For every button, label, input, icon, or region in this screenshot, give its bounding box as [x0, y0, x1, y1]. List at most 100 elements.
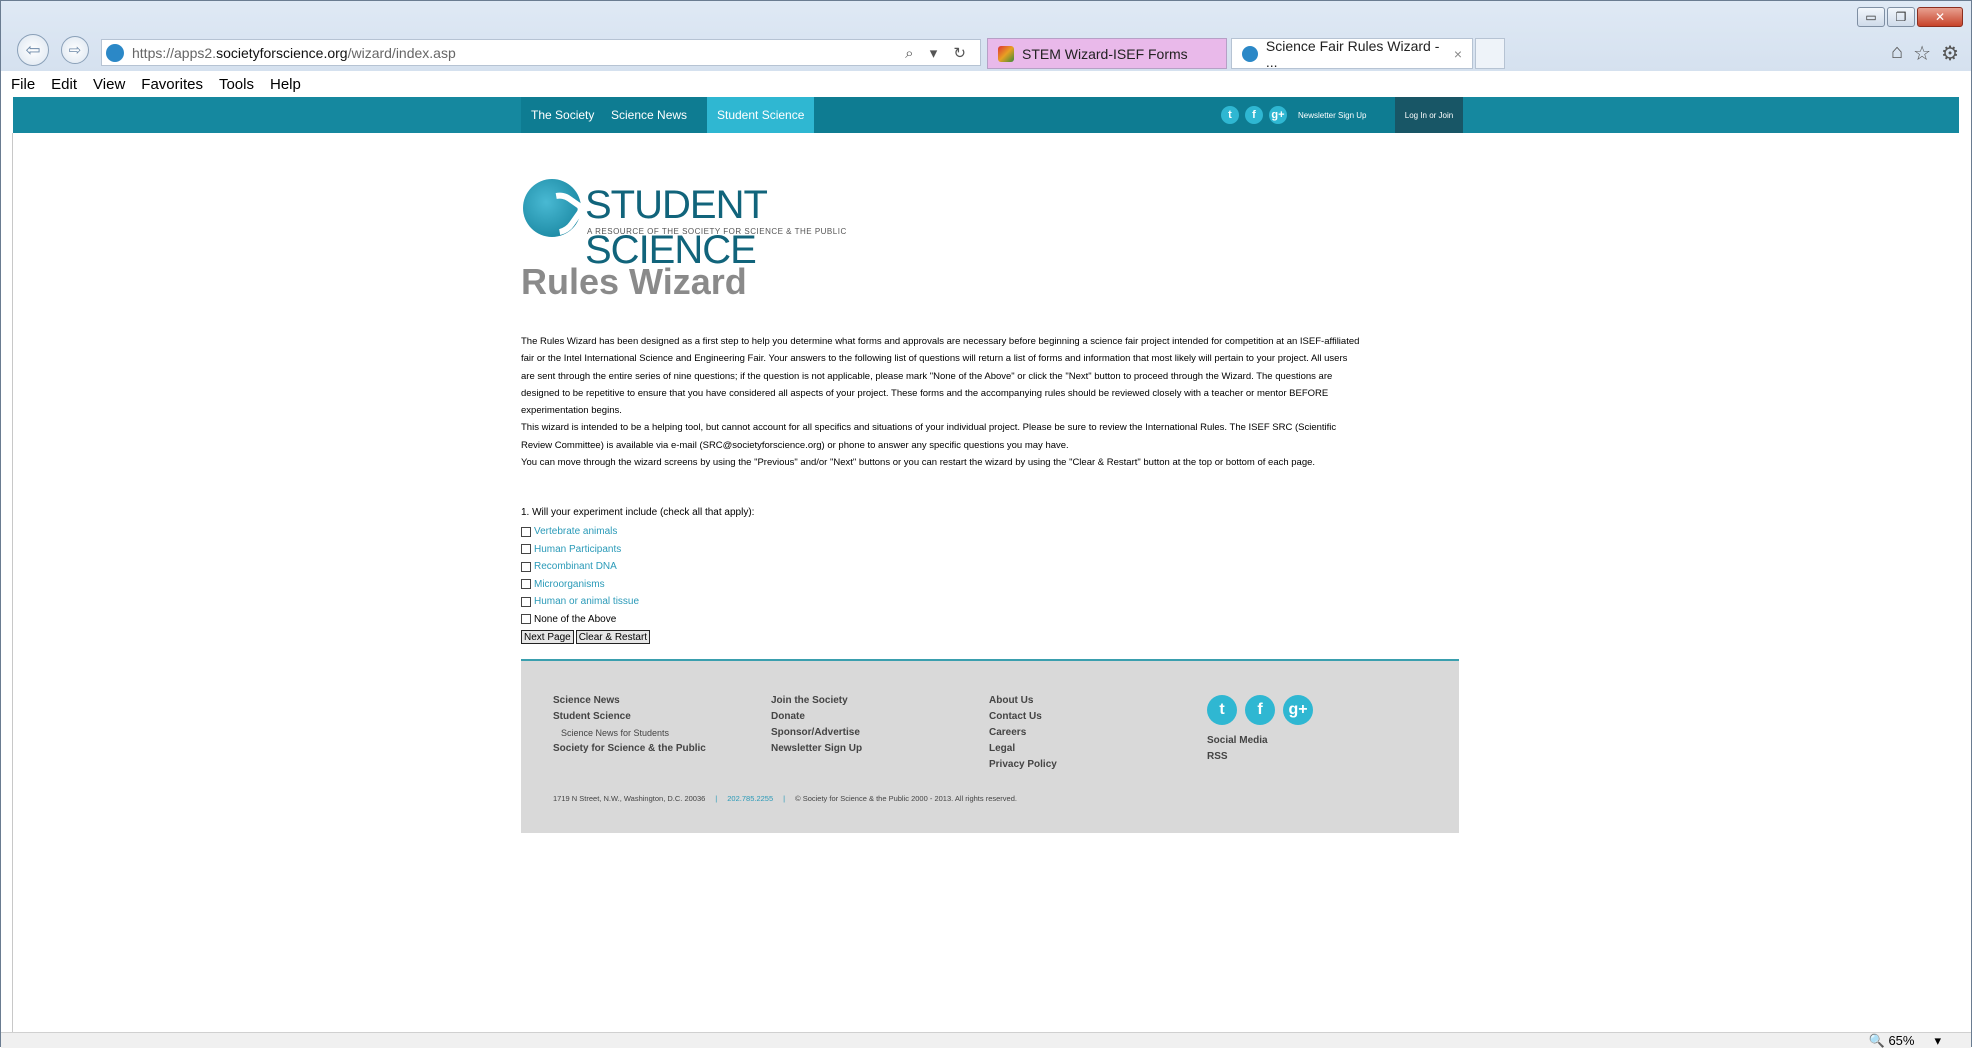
footer-social-icons: t f g+ — [1207, 695, 1313, 725]
nav-the-society[interactable]: The Society — [531, 97, 594, 133]
site-footer: Science News Student Science Science New… — [521, 659, 1459, 833]
google-plus-icon[interactable]: g+ — [1269, 106, 1287, 124]
menu-tools[interactable]: Tools — [219, 76, 254, 93]
window-controls: ▭ ❐ ✕ — [1857, 7, 1963, 27]
nav-student-science[interactable]: Student Science — [707, 97, 815, 133]
checkbox[interactable] — [521, 544, 531, 555]
back-button[interactable]: ⇦ — [17, 34, 49, 66]
option-recombinant-dna[interactable]: Recombinant DNA — [521, 558, 639, 576]
zoom-icon: 🔍 — [1868, 1033, 1885, 1048]
footer-col-4: Social Media RSS — [1207, 733, 1268, 765]
close-window-button[interactable]: ✕ — [1917, 7, 1963, 27]
menu-file[interactable]: File — [11, 76, 35, 93]
address-bar[interactable]: https://apps2.societyforscience.org/wiza… — [101, 39, 981, 66]
option-label[interactable]: Microorganisms — [534, 579, 605, 590]
minimize-button[interactable]: ▭ — [1857, 7, 1885, 27]
footer-facebook-icon[interactable]: f — [1245, 695, 1275, 725]
intro-paragraph-1: The Rules Wizard has been designed as a … — [521, 336, 1360, 417]
status-bar: 🔍 65% ▾ — [1, 1032, 1971, 1048]
footer-link-social-media[interactable]: Social Media — [1207, 733, 1268, 749]
settings-gear-icon[interactable]: ⚙ — [1941, 41, 1959, 66]
back-arrow-icon: ⇦ — [25, 39, 41, 60]
search-refresh-icons[interactable]: ⌕ ▾ ↻ — [905, 44, 972, 62]
tab-stem-wizard[interactable]: STEM Wizard-ISEF Forms — [987, 38, 1227, 69]
zoom-value: 65% — [1888, 1033, 1915, 1048]
footer-separator: | — [715, 794, 718, 803]
question-options: Vertebrate animals Human Participants Re… — [521, 523, 639, 628]
intro-text: The Rules Wizard has been designed as a … — [521, 333, 1361, 471]
footer-link-student-science[interactable]: Student Science — [553, 709, 706, 725]
footer-link-newsletter[interactable]: Newsletter Sign Up — [771, 741, 862, 757]
site-favicon-icon — [106, 43, 124, 62]
footer-link-careers[interactable]: Careers — [989, 725, 1057, 741]
wizard-buttons: Next Page Clear & Restart — [521, 630, 651, 644]
footer-link-join[interactable]: Join the Society — [771, 693, 862, 709]
browser-toolbar-icons: ⌂ ☆ ⚙ — [1891, 41, 1959, 66]
menu-bar: File Edit View Favorites Tools Help — [1, 71, 1971, 97]
footer-twitter-icon[interactable]: t — [1207, 695, 1237, 725]
newsletter-signup-link[interactable]: Newsletter Sign Up — [1298, 97, 1366, 133]
menu-edit[interactable]: Edit — [51, 76, 77, 93]
option-none-of-the-above[interactable]: None of the Above — [521, 611, 639, 629]
footer-col-1: Science News Student Science Science New… — [553, 693, 706, 757]
tab-rules-wizard[interactable]: Science Fair Rules Wizard - ... × — [1231, 37, 1473, 70]
footer-link-society[interactable]: Society for Science & the Public — [553, 741, 706, 757]
footer-link-sponsor[interactable]: Sponsor/Advertise — [771, 725, 862, 741]
menu-help[interactable]: Help — [270, 76, 301, 93]
footer-link-about[interactable]: About Us — [989, 693, 1057, 709]
footer-link-legal[interactable]: Legal — [989, 741, 1057, 757]
page-title: Rules Wizard — [521, 261, 747, 302]
next-page-button[interactable]: Next Page — [521, 630, 574, 644]
checkbox[interactable] — [521, 561, 531, 572]
tab-label: Science Fair Rules Wizard - ... — [1265, 37, 1440, 70]
footer-address: 1719 N Street, N.W., Washington, D.C. 20… — [553, 794, 706, 803]
footer-link-privacy[interactable]: Privacy Policy — [989, 757, 1057, 773]
site-nav-inner: The Society Science News Student Science… — [521, 97, 1463, 133]
menu-view[interactable]: View — [93, 76, 125, 93]
login-button[interactable]: Log In or Join — [1395, 97, 1463, 133]
footer-link-donate[interactable]: Donate — [771, 709, 862, 725]
favorites-star-icon[interactable]: ☆ — [1913, 41, 1931, 66]
swirl-logo-icon — [523, 179, 581, 237]
new-tab-button[interactable] — [1475, 38, 1505, 69]
footer-col-3: About Us Contact Us Careers Legal Privac… — [989, 693, 1057, 773]
footer-link-rss[interactable]: RSS — [1207, 749, 1268, 765]
checkbox[interactable] — [521, 579, 531, 590]
logo-tagline: A RESOURCE OF THE SOCIETY FOR SCIENCE & … — [587, 227, 847, 236]
option-microorganisms[interactable]: Microorganisms — [521, 576, 639, 594]
checkbox[interactable] — [521, 614, 531, 625]
checkbox[interactable] — [521, 526, 531, 537]
home-icon[interactable]: ⌂ — [1891, 41, 1903, 66]
close-tab-icon[interactable]: × — [1454, 46, 1462, 62]
footer-phone[interactable]: 202.785.2255 — [727, 794, 773, 803]
nav-science-news[interactable]: Science News — [611, 97, 687, 133]
checkbox[interactable] — [521, 596, 531, 607]
restore-button[interactable]: ❐ — [1887, 7, 1915, 27]
option-label[interactable]: Human Participants — [534, 544, 621, 555]
option-label[interactable]: Vertebrate animals — [534, 526, 617, 537]
option-vertebrate-animals[interactable]: Vertebrate animals — [521, 523, 639, 541]
footer-link-science-news[interactable]: Science News — [553, 693, 706, 709]
intro-paragraph-2: This wizard is intended to be a helping … — [521, 422, 1337, 451]
footer-link-contact[interactable]: Contact Us — [989, 709, 1057, 725]
clear-restart-button[interactable]: Clear & Restart — [575, 630, 651, 644]
option-human-animal-tissue[interactable]: Human or animal tissue — [521, 593, 639, 611]
forward-button[interactable]: ⇨ — [61, 36, 89, 64]
footer-separator: | — [783, 794, 786, 803]
footer-google-plus-icon[interactable]: g+ — [1283, 695, 1313, 725]
twitter-icon[interactable]: t — [1221, 106, 1239, 124]
browser-chrome: ▭ ❐ ✕ ⇦ ⇨ https://apps2.societyforscienc… — [1, 1, 1971, 71]
forward-arrow-icon: ⇨ — [68, 42, 82, 59]
footer-col-2: Join the Society Donate Sponsor/Advertis… — [771, 693, 862, 757]
footer-copyright: © Society for Science & the Public 2000 … — [795, 794, 1017, 803]
facebook-icon[interactable]: f — [1245, 106, 1263, 124]
footer-link-snfs[interactable]: Science News for Students — [553, 725, 706, 741]
option-label[interactable]: Recombinant DNA — [534, 561, 617, 572]
stem-wizard-favicon-icon — [998, 45, 1014, 62]
student-science-logo[interactable]: STUDENT SCIENCE A RESOURCE OF THE SOCIET… — [523, 179, 883, 272]
option-human-participants[interactable]: Human Participants — [521, 541, 639, 559]
menu-favorites[interactable]: Favorites — [141, 76, 203, 93]
option-label: None of the Above — [534, 613, 617, 625]
browser-window: ▭ ❐ ✕ ⇦ ⇨ https://apps2.societyforscienc… — [0, 0, 1972, 1048]
option-label[interactable]: Human or animal tissue — [534, 596, 639, 607]
